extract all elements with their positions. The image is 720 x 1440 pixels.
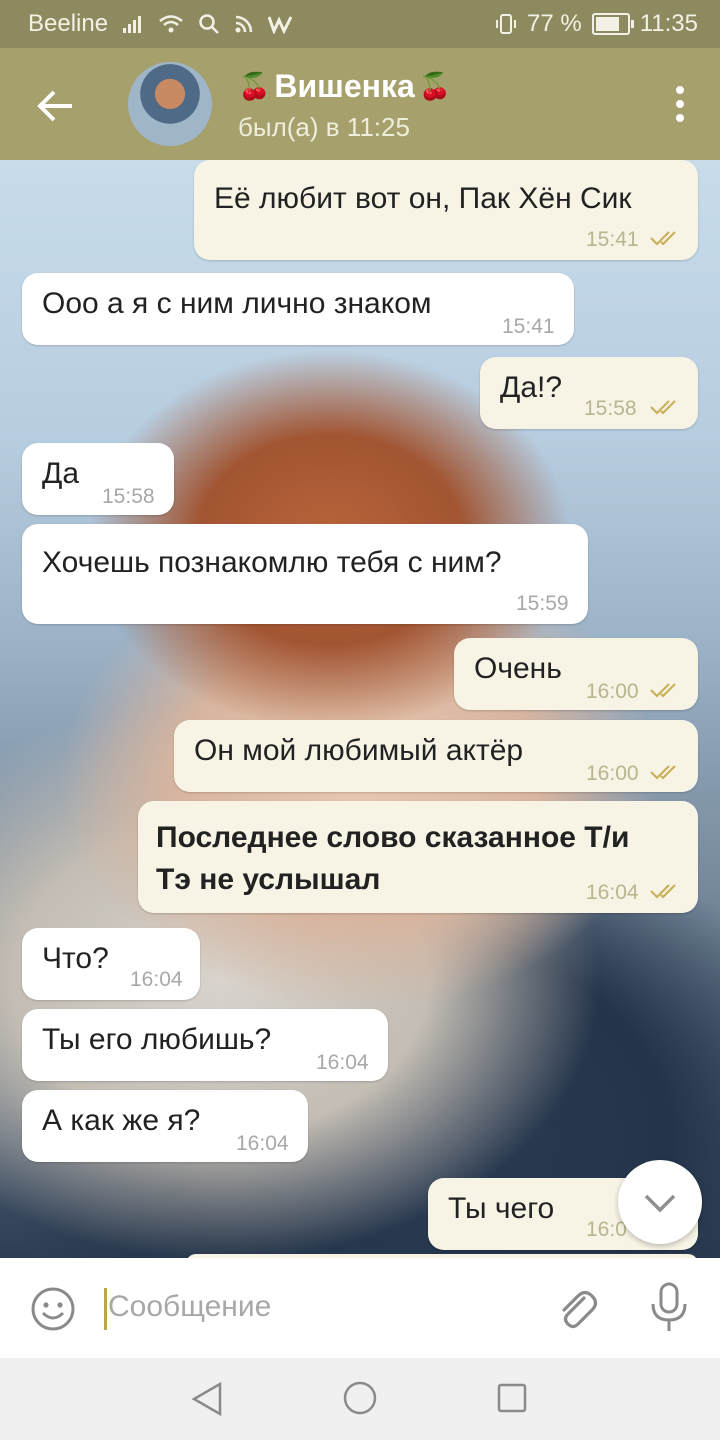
double-check-icon [650, 683, 676, 698]
smiley-icon[interactable] [30, 1286, 76, 1332]
message-time: 16:04 [586, 881, 639, 904]
message-text-line2: Тэ не услышал [156, 863, 381, 896]
cherry-emoji-right: 🍒 [418, 71, 452, 101]
paperclip-icon[interactable] [552, 1284, 600, 1332]
message-bubble[interactable]: Ооо а я с ним лично знаком 15:41 [22, 273, 574, 345]
circle-home-icon[interactable] [342, 1380, 378, 1416]
last-seen-status: был(а) в 11:25 [238, 112, 410, 142]
message-bubble[interactable]: Да!? 15:58 [480, 357, 698, 429]
battery-percent: 77 % [527, 10, 582, 37]
scroll-down-button[interactable] [618, 1160, 702, 1244]
contact-title[interactable]: 🍒 Вишенка 🍒 [238, 68, 451, 105]
double-check-icon [650, 765, 676, 780]
double-check-icon [650, 231, 676, 246]
search-status-icon [199, 14, 219, 34]
cherry-emoji-left: 🍒 [238, 71, 271, 101]
message-bubble[interactable]: А как же я? 16:04 [22, 1090, 308, 1162]
message-text-line1: Последнее слово сказанное Т/и [156, 821, 630, 854]
triangle-back-icon[interactable] [190, 1382, 224, 1416]
message-time: 15:41 [586, 228, 639, 251]
message-bubble[interactable]: Хочешь познакомлю тебя с ним? 15:59 [22, 524, 588, 624]
message-text: Хочешь познакомлю тебя с ним? [42, 546, 502, 579]
message-time: 16:00 [586, 762, 639, 785]
system-navigation-bar [0, 1358, 720, 1440]
carrier-name: Beeline [28, 10, 109, 37]
message-input[interactable]: Сообщение [108, 1290, 271, 1324]
double-check-icon [650, 884, 676, 899]
message-text: Он мой любимый актёр [194, 734, 524, 767]
message-text: Ты его любишь? [42, 1023, 272, 1056]
avatar[interactable] [128, 62, 212, 146]
message-bubble[interactable]: Ты его любишь? 16:04 [22, 1009, 388, 1081]
signal-icon [123, 16, 142, 33]
message-text: Да!? [500, 371, 563, 404]
message-composer: Сообщение [0, 1258, 720, 1358]
message-bubble[interactable]: Очень 16:00 [454, 638, 698, 710]
battery-icon [591, 13, 634, 35]
message-time: 15:59 [516, 592, 569, 615]
message-time: 15:58 [102, 485, 155, 508]
message-text: Её любит вот он, Пак Хён Сик [214, 182, 632, 215]
vibrate-icon [496, 14, 517, 34]
message-text: Очень [474, 652, 562, 685]
message-text: А как же я? [42, 1104, 201, 1137]
message-time: 16:00 [586, 680, 639, 703]
message-text: Да [42, 457, 80, 490]
message-time: 16:04 [236, 1132, 289, 1155]
wifi-icon [159, 15, 183, 33]
square-recent-icon[interactable] [496, 1382, 528, 1414]
arrow-left-icon[interactable] [32, 82, 80, 130]
status-bar: Beeline 77 % 11:35 [0, 0, 720, 48]
message-bubble[interactable]: Что? 16:04 [22, 928, 200, 1000]
message-bubble[interactable]: Её любит вот он, Пак Хён Сик 15:41 [194, 160, 698, 260]
contact-name: Вишенка [274, 68, 415, 104]
more-vertical-icon[interactable] [674, 86, 686, 126]
message-text: Что? [42, 942, 109, 975]
rss-icon [235, 15, 253, 33]
app-notification-icon [268, 16, 293, 34]
chevron-down-icon [644, 1194, 676, 1213]
message-text: Ты чего [448, 1192, 555, 1225]
status-time: 11:35 [639, 10, 698, 37]
message-time: 16:04 [130, 968, 183, 991]
message-time: 15:41 [502, 315, 555, 338]
message-time: 16:04 [316, 1051, 369, 1074]
message-list[interactable]: Её любит вот он, Пак Хён Сик 15:41 Ооо а… [0, 160, 720, 1258]
message-bubble[interactable]: Да 15:58 [22, 443, 174, 515]
message-text: Ооо а я с ним лично знаком [42, 287, 432, 320]
double-check-icon [650, 400, 676, 415]
message-bubble[interactable]: Он мой любимый актёр 16:00 [174, 720, 698, 792]
microphone-icon[interactable] [646, 1282, 692, 1334]
message-bubble[interactable]: Последнее слово сказанное Т/и Тэ не услы… [138, 801, 698, 913]
chat-header: 🍒 Вишенка 🍒 был(а) в 11:25 [0, 48, 720, 160]
message-time: 15:58 [584, 397, 637, 420]
text-caret [104, 1288, 107, 1330]
